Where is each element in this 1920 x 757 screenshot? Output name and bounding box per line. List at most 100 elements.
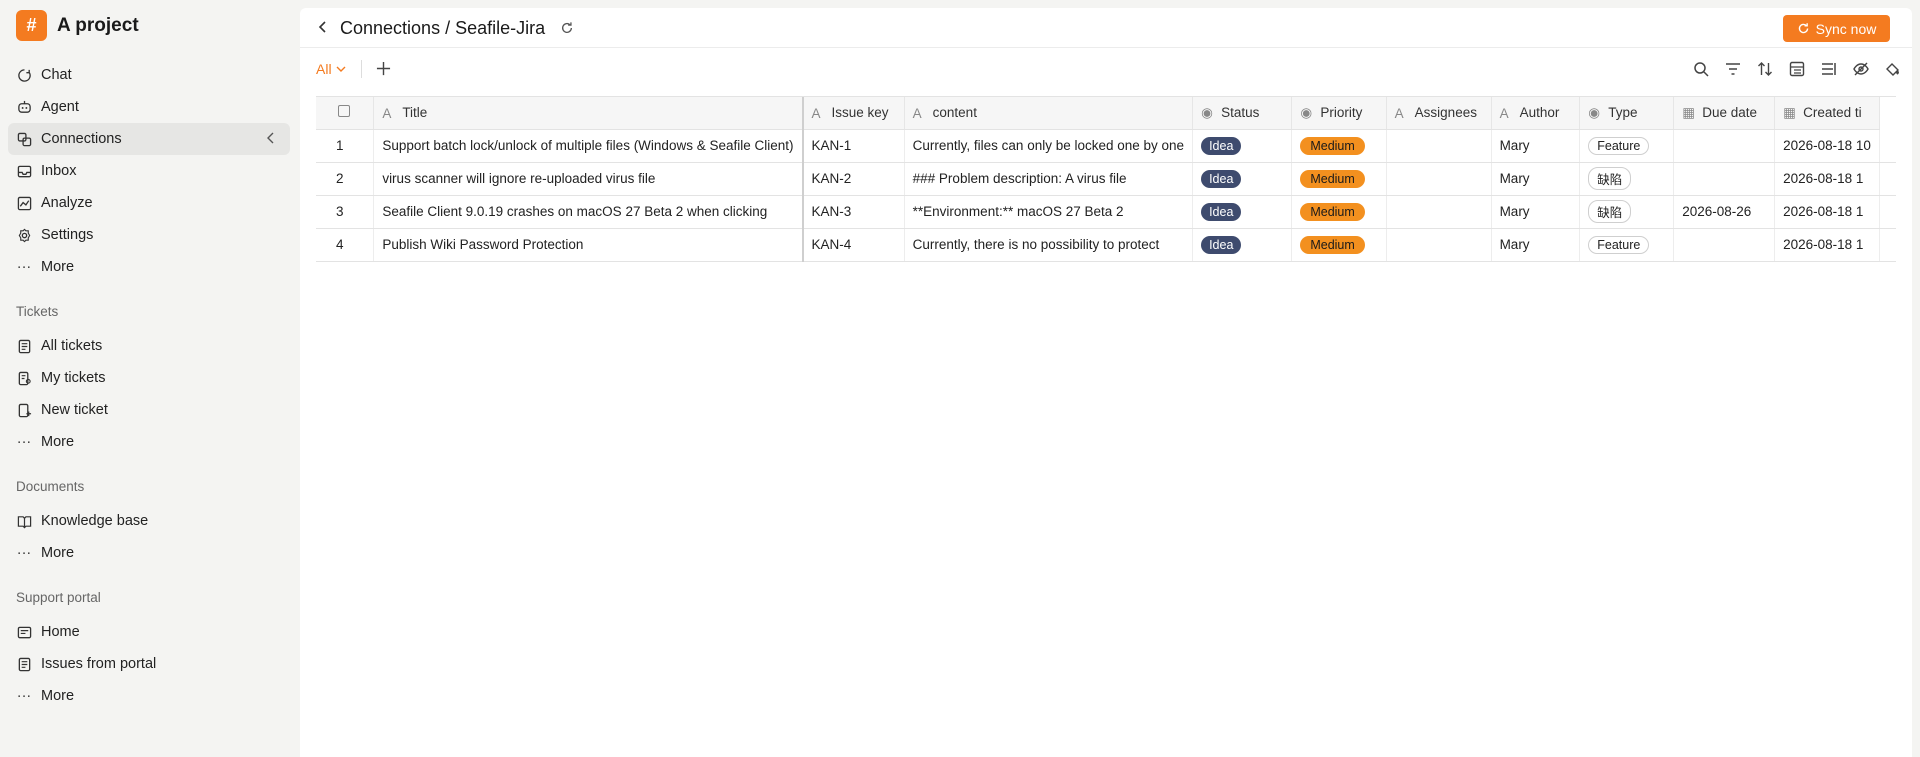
cell-created-time[interactable]: 2026-08-18 10 <box>1774 129 1880 163</box>
column-header-priority[interactable]: ◉ Priority <box>1291 97 1387 130</box>
cell-priority[interactable]: Medium <box>1291 228 1387 262</box>
table-row[interactable]: 4 Publish Wiki Password Protection KAN-4 Cu… <box>316 228 1896 262</box>
cell-status[interactable]: Idea <box>1192 162 1293 196</box>
row-index[interactable]: 4 <box>316 228 375 262</box>
chevron-left-icon[interactable] <box>266 131 276 147</box>
sidebar-item-knowledge-base[interactable]: Knowledge base <box>8 505 290 537</box>
search-icon[interactable] <box>1692 60 1710 78</box>
cell-issue-key[interactable]: KAN-4 <box>802 228 905 262</box>
refresh-icon[interactable] <box>560 21 574 40</box>
sync-now-button[interactable]: Sync now <box>1783 15 1890 42</box>
cell-status[interactable]: Idea <box>1192 228 1293 262</box>
row-index[interactable]: 1 <box>316 129 375 163</box>
row-height-icon[interactable] <box>1820 60 1838 78</box>
cell-due-date[interactable] <box>1673 162 1776 196</box>
cell-assignees[interactable] <box>1386 129 1492 163</box>
cell-title[interactable]: virus scanner will ignore re-uploaded vi… <box>373 162 804 196</box>
status-badge: Idea <box>1201 136 1242 155</box>
group-icon[interactable] <box>1788 60 1806 78</box>
cell-priority[interactable]: Medium <box>1291 195 1387 229</box>
cell-author[interactable]: Mary <box>1491 195 1581 229</box>
cell-type[interactable]: Feature <box>1579 129 1675 163</box>
view-selector[interactable]: All <box>316 61 346 77</box>
cell-created-time[interactable]: 2026-08-18 1 <box>1774 195 1880 229</box>
cell-content[interactable]: ### Problem description: A virus file <box>904 162 1194 196</box>
cell-due-date[interactable]: 2026-08-26 <box>1673 195 1776 229</box>
cell-title[interactable]: Seafile Client 9.0.19 crashes on macOS 2… <box>373 195 804 229</box>
hide-fields-icon[interactable] <box>1852 60 1870 78</box>
table-row[interactable]: 2 virus scanner will ignore re-uploaded v… <box>316 162 1896 196</box>
column-header-type[interactable]: ◉ Type <box>1579 97 1675 130</box>
brand[interactable]: # A project <box>16 10 139 41</box>
column-header-status[interactable]: ◉ Status <box>1192 97 1293 130</box>
sidebar-item-inbox[interactable]: Inbox <box>8 155 290 187</box>
cell-author[interactable]: Mary <box>1491 162 1581 196</box>
filter-icon[interactable] <box>1724 60 1742 78</box>
cell-status[interactable]: Idea <box>1192 195 1293 229</box>
cell-content[interactable]: Currently, files can only be locked one … <box>904 129 1194 163</box>
cell-created-time[interactable]: 2026-08-18 1 <box>1774 228 1880 262</box>
cell-assignees[interactable] <box>1386 195 1492 229</box>
table-row[interactable]: 1 Support batch lock/unlock of multiple f… <box>316 129 1896 163</box>
cell-type[interactable]: Feature <box>1579 228 1675 262</box>
cell-assignees[interactable] <box>1386 228 1492 262</box>
cell-priority[interactable]: Medium <box>1291 129 1387 163</box>
row-index[interactable]: 2 <box>316 162 375 196</box>
row-index[interactable]: 3 <box>316 195 375 229</box>
column-header-content[interactable]: Acontent <box>904 97 1194 130</box>
cell-created-time[interactable]: 2026-08-18 1 <box>1774 162 1880 196</box>
cell-content[interactable]: **Environment:** macOS 27 Beta 2 <box>904 195 1194 229</box>
cell-spacer <box>1879 129 1896 163</box>
chevron-left-icon[interactable] <box>318 20 328 39</box>
priority-badge: Medium <box>1300 169 1365 188</box>
sidebar-item-issues-from-portal[interactable]: Issues from portal <box>8 648 290 680</box>
cell-title[interactable]: Publish Wiki Password Protection <box>373 228 804 262</box>
priority-badge: Medium <box>1300 136 1365 155</box>
sidebar-item-documents-more[interactable]: ··· More <box>8 537 290 569</box>
sidebar-item-agent[interactable]: Agent <box>8 91 290 123</box>
cell-assignees[interactable] <box>1386 162 1492 196</box>
text-field-icon: A <box>811 105 821 121</box>
cell-priority[interactable]: Medium <box>1291 162 1387 196</box>
sidebar-item-new-ticket[interactable]: New ticket <box>8 394 290 426</box>
column-header-created-time[interactable]: ▦ Created ti <box>1774 97 1880 130</box>
sidebar-item-connections[interactable]: Connections <box>8 123 290 155</box>
sort-icon[interactable] <box>1756 60 1774 78</box>
app-logo-icon: # <box>16 10 47 41</box>
column-header-issue-key[interactable]: A Issue key <box>802 97 905 130</box>
type-badge: 缺陷 <box>1588 167 1632 190</box>
column-header-author[interactable]: A Author <box>1491 97 1581 130</box>
sidebar-item-settings[interactable]: Settings <box>8 219 290 251</box>
cell-status[interactable]: Idea <box>1192 129 1293 163</box>
paint-bucket-icon[interactable] <box>1884 60 1902 78</box>
sidebar-item-more[interactable]: ··· More <box>8 251 290 283</box>
my-tickets-icon <box>16 370 32 386</box>
sidebar-item-portal-more[interactable]: ··· More <box>8 680 290 712</box>
cell-due-date[interactable] <box>1673 228 1776 262</box>
sidebar-item-home[interactable]: Home <box>8 616 290 648</box>
cell-author[interactable]: Mary <box>1491 228 1581 262</box>
column-header-due-date[interactable]: ▦ Due date <box>1673 97 1776 130</box>
sidebar-item-tickets-more[interactable]: ··· More <box>8 426 290 458</box>
cell-title[interactable]: Support batch lock/unlock of multiple fi… <box>373 129 804 163</box>
cell-due-date[interactable] <box>1673 129 1776 163</box>
cell-issue-key[interactable]: KAN-1 <box>802 129 905 163</box>
sidebar-item-my-tickets[interactable]: My tickets <box>8 362 290 394</box>
column-header-label: Assignees <box>1414 104 1477 120</box>
cell-author[interactable]: Mary <box>1491 129 1581 163</box>
add-view-button[interactable] <box>372 57 394 79</box>
column-header-assignees[interactable]: A Assignees <box>1386 97 1492 130</box>
table-row[interactable]: 3 Seafile Client 9.0.19 crashes on macOS … <box>316 195 1896 229</box>
sidebar-item-label: My tickets <box>41 370 106 386</box>
cell-type[interactable]: 缺陷 <box>1579 195 1675 229</box>
sidebar-item-analyze[interactable]: Analyze <box>8 187 290 219</box>
sidebar-item-all-tickets[interactable]: All tickets <box>8 330 290 362</box>
cell-issue-key[interactable]: KAN-2 <box>802 162 905 196</box>
column-header-label: Author <box>1519 104 1560 120</box>
sidebar-item-chat[interactable]: Chat <box>8 59 290 91</box>
cell-issue-key[interactable]: KAN-3 <box>802 195 905 229</box>
cell-type[interactable]: 缺陷 <box>1579 162 1675 196</box>
column-header-title[interactable]: A Title <box>373 97 804 130</box>
select-all-checkbox[interactable] <box>338 105 350 118</box>
cell-content[interactable]: Currently, there is no possibility to pr… <box>904 228 1194 262</box>
